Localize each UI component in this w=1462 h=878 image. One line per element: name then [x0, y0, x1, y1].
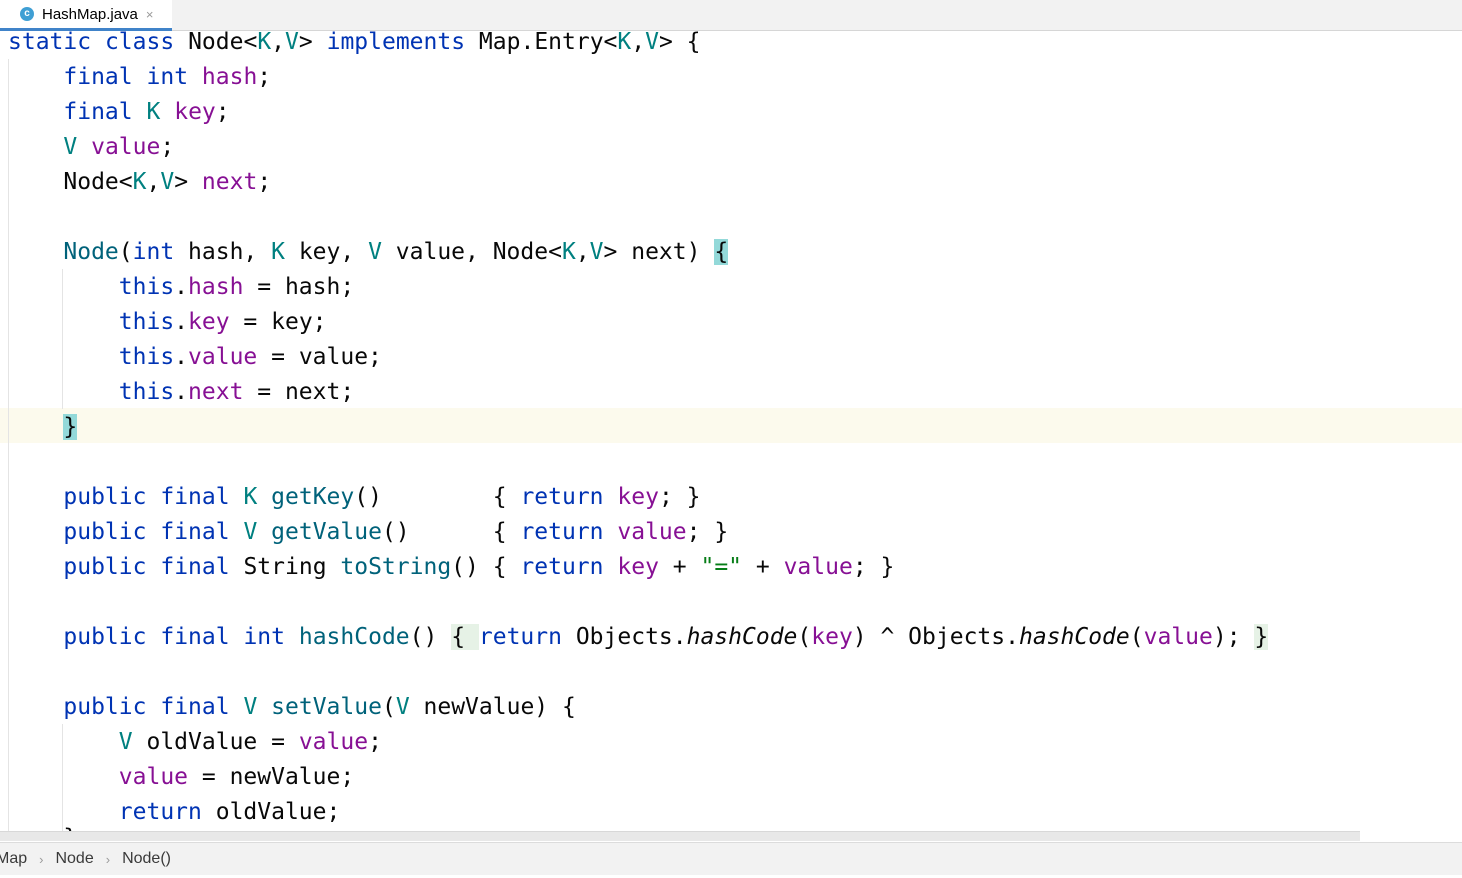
tab-label: HashMap.java	[42, 5, 138, 23]
code-line: this.next = next;	[118, 379, 355, 405]
chevron-right-icon: ›	[105, 851, 111, 867]
code-line: final K key;	[63, 99, 230, 125]
tab-hashmap-java[interactable]: c HashMap.java ×	[0, 0, 172, 31]
code-line: V oldValue = value;	[118, 729, 382, 755]
code-line: final int hash;	[63, 64, 272, 90]
horizontal-scrollbar[interactable]	[0, 831, 1360, 841]
breadcrumb-item-map[interactable]: Map	[0, 850, 33, 868]
code-line: public final V getValue() { return value…	[63, 519, 729, 545]
code-editor[interactable]: static class Node<K,V> implements Map.En…	[0, 31, 1462, 831]
matched-brace: {	[714, 239, 729, 265]
folded-brace[interactable]: {	[451, 624, 479, 650]
editor-tab-bar: c HashMap.java ×	[0, 0, 1462, 31]
code-line: V value;	[63, 134, 175, 160]
code-line: public final V setValue(V newValue) {	[63, 694, 576, 720]
code-line: value = newValue;	[118, 764, 355, 790]
breadcrumb: Map › Node › Node()	[0, 842, 1462, 875]
code-line: Node(int hash, K key, V value, Node<K,V>…	[63, 239, 729, 265]
caret-line-highlight	[0, 408, 1462, 443]
code-line: this.hash = hash;	[118, 274, 355, 300]
code-line: this.value = value;	[118, 344, 382, 370]
java-class-icon: c	[20, 7, 34, 21]
code-line: public final int hashCode() { return Obj…	[63, 624, 1269, 650]
code-line: this.key = key;	[118, 309, 327, 335]
code-line: Node<K,V> next;	[63, 169, 272, 195]
chevron-right-icon: ›	[39, 851, 44, 867]
code-line: static class Node<K,V> implements Map.En…	[8, 31, 701, 55]
code-line: }	[8, 821, 77, 831]
code-line: public final String toString() { return …	[63, 554, 895, 580]
folded-brace[interactable]: }	[1254, 624, 1269, 650]
breadcrumb-item-node-constructor[interactable]: Node()	[116, 850, 177, 868]
close-icon[interactable]: ×	[146, 7, 154, 22]
code-line: }	[8, 410, 78, 445]
code-line: public final K getKey() { return key; }	[63, 484, 701, 510]
breadcrumb-item-node[interactable]: Node	[49, 850, 99, 868]
matched-brace: }	[63, 414, 78, 440]
